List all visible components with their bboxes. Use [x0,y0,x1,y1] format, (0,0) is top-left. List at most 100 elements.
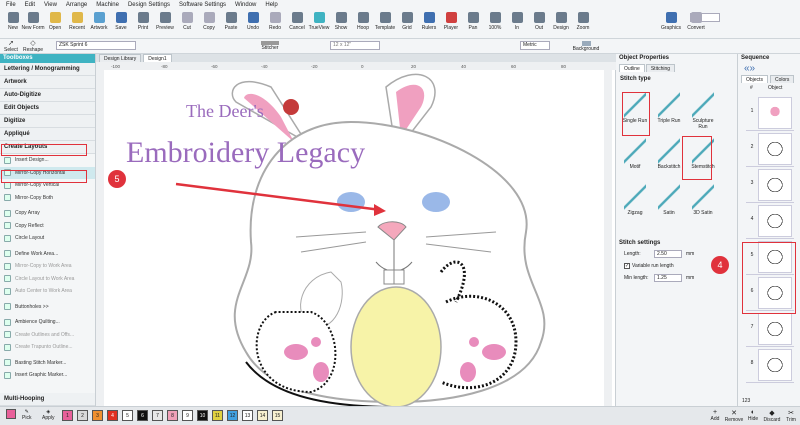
tool-mirror-copy-both[interactable]: Mirror-Copy Both [0,192,95,205]
current-color-swatch[interactable] [6,409,16,419]
category-artwork[interactable]: Artwork [0,76,95,89]
hoop-size-select[interactable]: 12 x 12" [330,41,380,50]
sequence-nav-arrows[interactable]: «» [738,63,800,75]
menu-arrange[interactable]: Arrange [66,2,87,8]
tool-define-work-area[interactable]: Define Work Area... [0,248,95,261]
category-auto-digitize[interactable]: Auto-Digitize [0,89,95,102]
color-swatch-12[interactable]: 12 [227,410,238,421]
menu-edit[interactable]: Edit [25,2,35,8]
apply-button[interactable]: ◈ Apply [42,409,55,421]
ribbon-player-button[interactable]: Player [440,10,462,39]
sequence-row[interactable]: 1 [746,96,794,131]
ribbon-out-button[interactable]: Out [528,10,550,39]
ribbon-design-button[interactable]: Design [550,10,572,39]
bunny-design[interactable] [231,73,546,406]
category-lettering-monogramming[interactable]: Lettering / Monogramming [0,63,95,76]
ribbon-100--button[interactable]: 100% [484,10,506,39]
tool-mirror-copy-to-work-area[interactable]: Mirror-Copy to Work Area [0,260,95,273]
pick-button[interactable]: ✎ Pick [22,409,31,421]
ribbon-cut-button[interactable]: Cut [176,10,198,39]
menu-window[interactable]: Window [235,2,256,8]
category-edit-objects[interactable]: Edit Objects [0,102,95,115]
trim-button[interactable]: ✂ Trim [782,409,800,423]
tool-create-outlines-and-offs[interactable]: Create Outlines and Offs... [0,329,95,342]
ribbon-paste-button[interactable]: Paste [220,10,242,39]
color-swatch-14[interactable]: 14 [257,410,268,421]
ribbon-print-button[interactable]: Print [132,10,154,39]
tool-insert-graphic-marker[interactable]: Insert Graphic Marker... [0,369,95,382]
color-swatch-13[interactable]: 13 [242,410,253,421]
sequence-row[interactable]: 7 [746,312,794,347]
color-swatch-7[interactable]: 7 [152,410,163,421]
design-canvas[interactable]: -100 -80 -60 -40 -20 0 20 40 60 80 The D… [96,62,616,406]
color-swatch-11[interactable]: 11 [212,410,223,421]
ribbon-zoom-button[interactable]: Zoom [572,10,594,39]
length-input[interactable]: 2.50 [654,250,682,258]
add-button[interactable]: + Add [706,409,724,422]
ribbon-template-button[interactable]: Template [374,10,396,39]
doc-tab-design1[interactable]: Design1 [143,54,172,62]
color-swatch-9[interactable]: 9 [182,410,193,421]
variable-run-checkbox[interactable]: ✓ [624,263,630,269]
ribbon-show-button[interactable]: Show [330,10,352,39]
ribbon-redo-button[interactable]: Redo [264,10,286,39]
ribbon-artwork-button[interactable]: Artwork [88,10,110,39]
color-swatch-10[interactable]: 10 [197,410,208,421]
stitcher-button[interactable]: Stitcher [250,41,290,52]
ribbon-preview-button[interactable]: Preview [154,10,176,39]
doc-tab-design-library[interactable]: Design Library [99,54,142,62]
ribbon-pan-button[interactable]: Pan [462,10,484,39]
ribbon-grid-button[interactable]: Grid [396,10,418,39]
color-swatch-8[interactable]: 8 [167,410,178,421]
stitch-type-zigzag[interactable]: Zigzag [620,182,650,224]
stitch-type-3d-satin[interactable]: 3D Satin [688,182,718,224]
sequence-row[interactable]: 8 [746,348,794,383]
menu-design-settings[interactable]: Design Settings [128,2,170,8]
category-appliqu-[interactable]: Appliqué [0,128,95,141]
ribbon-rulers-button[interactable]: Rulers [418,10,440,39]
ribbon-trueview-button[interactable]: TrueView [308,10,330,39]
stitch-type-satin[interactable]: Satin [654,182,684,224]
menu-help[interactable]: Help [265,2,277,8]
ribbon-copy-button[interactable]: Copy [198,10,220,39]
op-tab-outline[interactable]: Outline [619,64,645,72]
sequence-row[interactable]: 3 [746,168,794,203]
ribbon-convert-button[interactable]: Convert [685,10,707,39]
tool-basting-stitch-marker[interactable]: Basting Stitch Marker... [0,357,95,370]
ribbon-new-form-button[interactable]: New Form [21,10,45,39]
discard-button[interactable]: ◆ Discard [763,409,781,423]
menu-machine[interactable]: Machine [96,2,119,8]
menu-file[interactable]: File [6,2,16,8]
sequence-row[interactable]: 2 [746,132,794,167]
ribbon-save-button[interactable]: Save [110,10,132,39]
tool-copy-reflect[interactable]: Copy Reflect [0,220,95,233]
color-swatch-5[interactable]: 5 [122,410,133,421]
stitch-type-backstitch[interactable]: Backstitch [654,136,684,178]
category-digitize[interactable]: Digitize [0,115,95,128]
color-swatch-2[interactable]: 2 [77,410,88,421]
tool-copy-array[interactable]: Copy Array [0,207,95,220]
stitch-type-motif[interactable]: Motif [620,136,650,178]
ribbon-undo-button[interactable]: Undo [242,10,264,39]
remove-button[interactable]: ✕ Remove [725,409,744,423]
ribbon-recent-button[interactable]: Recent [66,10,88,39]
background-button[interactable]: Background [566,41,606,52]
canvas-scrollbar[interactable] [604,62,612,406]
op-tab-stitching[interactable]: Stitching [645,64,676,72]
units-select[interactable]: Metric [520,41,550,50]
seq-tab-colors[interactable]: Colors [769,75,795,83]
ribbon-open-button[interactable]: Open [44,10,66,39]
color-swatch-15[interactable]: 15 [272,410,283,421]
menu-software-settings[interactable]: Software Settings [179,2,226,8]
select-tool-button[interactable]: ➚ Select [2,40,20,53]
tool-ambience-quilting[interactable]: Ambience Quilting... [0,316,95,329]
ribbon-in-button[interactable]: In [506,10,528,39]
menu-view[interactable]: View [44,2,57,8]
tool-create-trapunto-outline[interactable]: Create Trapunto Outline... [0,341,95,354]
tool-circle-layout-to-work-area[interactable]: Circle Layout to Work Area [0,273,95,286]
seq-tab-objects[interactable]: Objects [741,75,768,83]
color-swatch-6[interactable]: 6 [137,410,148,421]
min-length-input[interactable]: 1.25 [654,274,682,282]
hide-button[interactable]: ◐ Hide [744,409,762,422]
tool-auto-center-to-work-area[interactable]: Auto Center to Work Area [0,285,95,298]
